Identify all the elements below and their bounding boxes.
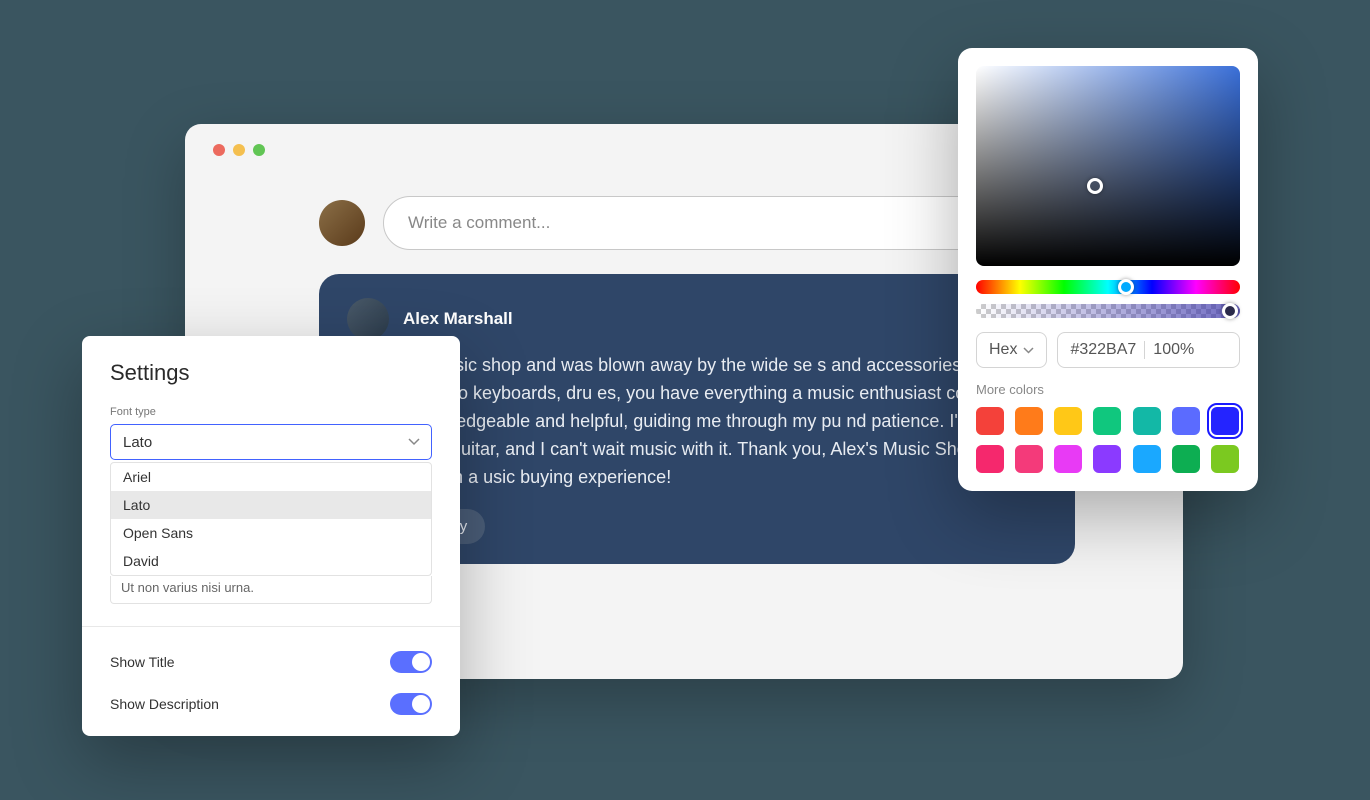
font-textarea[interactable]: Ut non varius nisi urna. bbox=[110, 576, 432, 604]
chevron-down-icon bbox=[1023, 347, 1034, 354]
minimize-dot[interactable] bbox=[233, 144, 245, 156]
color-cursor[interactable] bbox=[1087, 178, 1103, 194]
hue-handle[interactable] bbox=[1118, 279, 1134, 295]
show-title-label: Show Title bbox=[110, 654, 175, 670]
color-swatch-9[interactable] bbox=[1054, 445, 1082, 473]
color-swatch-1[interactable] bbox=[1015, 407, 1043, 435]
font-option-ariel[interactable]: Ariel bbox=[111, 463, 431, 491]
opacity-value: 100% bbox=[1153, 341, 1194, 359]
hex-divider bbox=[1144, 341, 1145, 359]
color-swatch-10[interactable] bbox=[1093, 445, 1121, 473]
font-type-label: Font type bbox=[110, 406, 432, 418]
color-swatch-3[interactable] bbox=[1093, 407, 1121, 435]
show-title-row: Show Title bbox=[82, 641, 460, 683]
hex-input[interactable]: #322BA7 100% bbox=[1057, 332, 1240, 368]
swatch-grid bbox=[976, 407, 1240, 473]
color-swatch-12[interactable] bbox=[1172, 445, 1200, 473]
color-swatch-11[interactable] bbox=[1133, 445, 1161, 473]
hue-slider[interactable] bbox=[976, 280, 1240, 294]
font-option-david[interactable]: David bbox=[111, 547, 431, 575]
more-colors-label: More colors bbox=[976, 382, 1240, 397]
color-swatch-6[interactable] bbox=[1211, 407, 1239, 435]
color-inputs: Hex #322BA7 100% bbox=[976, 332, 1240, 368]
font-select[interactable] bbox=[110, 424, 432, 460]
font-select-input[interactable] bbox=[110, 424, 432, 460]
color-canvas[interactable] bbox=[976, 66, 1240, 266]
show-description-toggle[interactable] bbox=[390, 693, 432, 715]
settings-panel: Settings Font type Ariel Lato Open Sans … bbox=[82, 336, 460, 736]
format-select[interactable]: Hex bbox=[976, 332, 1047, 368]
user-avatar bbox=[319, 200, 365, 246]
font-option-lato[interactable]: Lato bbox=[111, 491, 431, 519]
color-swatch-4[interactable] bbox=[1133, 407, 1161, 435]
show-description-label: Show Description bbox=[110, 696, 219, 712]
color-swatch-2[interactable] bbox=[1054, 407, 1082, 435]
font-dropdown: Ariel Lato Open Sans David bbox=[110, 462, 432, 576]
hex-value: #322BA7 bbox=[1070, 341, 1136, 359]
comment-header: Alex Marshall bbox=[347, 298, 1047, 340]
format-value: Hex bbox=[989, 341, 1017, 359]
comment-author: Alex Marshall bbox=[403, 309, 513, 329]
alpha-handle[interactable] bbox=[1222, 303, 1238, 319]
font-option-opensans[interactable]: Open Sans bbox=[111, 519, 431, 547]
show-description-row: Show Description bbox=[82, 683, 460, 725]
color-swatch-5[interactable] bbox=[1172, 407, 1200, 435]
alpha-fill bbox=[976, 304, 1240, 318]
color-swatch-0[interactable] bbox=[976, 407, 1004, 435]
divider bbox=[82, 626, 460, 627]
color-swatch-8[interactable] bbox=[1015, 445, 1043, 473]
maximize-dot[interactable] bbox=[253, 144, 265, 156]
color-swatch-7[interactable] bbox=[976, 445, 1004, 473]
alpha-slider[interactable] bbox=[976, 304, 1240, 318]
color-picker: Hex #322BA7 100% More colors bbox=[958, 48, 1258, 491]
settings-title: Settings bbox=[82, 360, 460, 386]
close-dot[interactable] bbox=[213, 144, 225, 156]
comment-avatar bbox=[347, 298, 389, 340]
show-title-toggle[interactable] bbox=[390, 651, 432, 673]
color-swatch-13[interactable] bbox=[1211, 445, 1239, 473]
